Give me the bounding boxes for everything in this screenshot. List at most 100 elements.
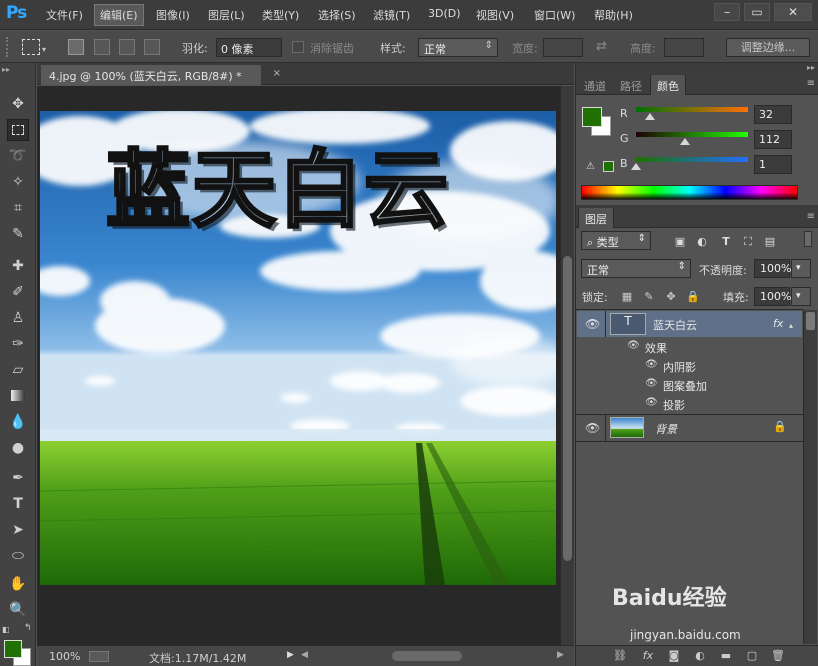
opacity-dropdown-icon[interactable]: ▾ [791, 259, 811, 278]
collapse-arrows-icon[interactable]: ▸▸ [2, 65, 10, 74]
blur-tool-icon[interactable]: 💧 [7, 411, 29, 433]
collapse-dock-icon[interactable]: ▸▸ [807, 63, 815, 72]
default-colors-icon[interactable]: ◧ [2, 625, 10, 634]
style-select[interactable]: 正常 [418, 38, 498, 57]
width-input[interactable] [543, 38, 583, 57]
document-canvas[interactable]: 蓝天白云 蓝天白云 [40, 111, 556, 585]
blend-mode-select[interactable]: 正常 ⇕ [581, 259, 691, 278]
eyedropper-tool-icon[interactable]: ✎ [7, 223, 29, 245]
fill-dropdown-icon[interactable]: ▾ [791, 287, 811, 306]
menu-filter[interactable]: 滤镜(T) [373, 7, 410, 23]
menu-help[interactable]: 帮助(H) [594, 7, 633, 23]
background-layer-name[interactable]: 背景 [655, 421, 677, 437]
effect-visibility-icon[interactable]: 👁 [645, 359, 658, 370]
new-layer-icon[interactable]: ▢ [744, 649, 760, 663]
channel-b-slider[interactable] [636, 157, 748, 162]
menu-window[interactable]: 窗口(W) [534, 7, 575, 23]
channel-g-value[interactable]: 112 [754, 130, 792, 149]
effect-visibility-icon[interactable]: 👁 [645, 397, 658, 408]
rect-marquee-preset-icon[interactable] [22, 39, 40, 55]
tab-layers[interactable]: 图层 [578, 208, 614, 228]
path-selection-tool-icon[interactable]: ➤ [7, 519, 29, 541]
rect-marquee-tool-icon[interactable] [7, 119, 29, 141]
channel-b-value[interactable]: 1 [754, 155, 792, 174]
scroll-right-icon[interactable]: ▶ [557, 650, 564, 660]
close-window-button[interactable]: ✕ [774, 3, 812, 21]
collapse-effects-icon[interactable]: ▴ [789, 321, 793, 330]
filter-shape-icon[interactable]: ⛶ [740, 235, 756, 249]
fill-input[interactable]: 100% [754, 287, 791, 306]
menu-file[interactable]: 文件(F) [46, 7, 83, 23]
clone-stamp-tool-icon[interactable]: ♙ [7, 307, 29, 329]
visibility-eye-icon[interactable]: 👁 [585, 421, 600, 435]
layer-row-text[interactable]: 👁 T 蓝天白云 fx ▴ [577, 311, 802, 337]
lock-position-icon[interactable]: ✥ [664, 290, 678, 304]
web-safe-color-icon[interactable] [603, 161, 614, 172]
menu-view[interactable]: 视图(V) [476, 7, 514, 23]
new-selection-icon[interactable] [68, 39, 84, 55]
tab-color[interactable]: 颜色 [650, 75, 686, 95]
text-layer-name[interactable]: 蓝天白云 [653, 317, 697, 333]
menu-image[interactable]: 图像(I) [156, 7, 190, 23]
move-tool-icon[interactable]: ✥ [7, 93, 29, 115]
tab-channels[interactable]: 通道 [578, 75, 612, 95]
intersect-selection-icon[interactable] [144, 39, 160, 55]
lock-pixels-icon[interactable]: ✎ [642, 290, 656, 304]
effect-row[interactable]: 👁 图案叠加 [577, 376, 802, 395]
filter-smart-object-icon[interactable]: ▤ [762, 235, 778, 249]
foreground-color-swatch[interactable] [4, 640, 22, 658]
eraser-tool-icon[interactable]: ▱ [7, 359, 29, 381]
height-input[interactable] [664, 38, 704, 57]
vertical-scroll-thumb[interactable] [563, 256, 572, 561]
layer-filter-select[interactable]: ⌕ 类型 ⇕ [581, 231, 651, 250]
zoom-level[interactable]: 100% [49, 650, 80, 663]
visibility-eye-icon[interactable]: 👁 [585, 317, 600, 331]
maximize-button[interactable]: ▭ [744, 3, 770, 21]
layers-scroll-thumb[interactable] [806, 312, 815, 330]
layers-panel-menu-icon[interactable]: ≡ [807, 211, 815, 222]
swap-arrows-icon[interactable]: ⇄ [596, 39, 607, 54]
lasso-tool-icon[interactable]: ➰ [7, 145, 29, 167]
swap-colors-icon[interactable]: ↰ [24, 623, 32, 633]
refine-edge-button[interactable]: 调整边缘... [726, 38, 810, 57]
gradient-tool-icon[interactable] [7, 385, 29, 407]
feather-input[interactable]: 0 像素 [216, 38, 282, 57]
type-tool-icon[interactable]: T [7, 493, 29, 515]
channel-r-slider[interactable] [636, 107, 748, 112]
menu-select[interactable]: 选择(S) [318, 7, 356, 23]
new-group-icon[interactable]: ▬ [718, 649, 734, 663]
menu-3d[interactable]: 3D(D) [428, 7, 461, 20]
add-style-fx-icon[interactable]: fx [640, 649, 656, 663]
subtract-selection-icon[interactable] [119, 39, 135, 55]
filter-adjustment-icon[interactable]: ◐ [694, 235, 710, 249]
channel-b-thumb[interactable] [631, 163, 642, 170]
history-brush-tool-icon[interactable]: ✑ [7, 333, 29, 355]
color-panel-foreground-swatch[interactable] [582, 107, 602, 127]
zoom-tool-icon[interactable]: 🔍 [7, 599, 29, 621]
effects-visibility-icon[interactable]: 👁 [627, 340, 640, 351]
tab-paths[interactable]: 路径 [614, 75, 648, 95]
healing-brush-tool-icon[interactable]: ✚ [7, 255, 29, 277]
dodge-tool-icon[interactable]: ● [7, 437, 29, 459]
delete-layer-icon[interactable]: 🗑 [770, 649, 786, 663]
antialias-checkbox[interactable] [292, 41, 304, 53]
gamut-warning-icon[interactable]: ⚠ [586, 161, 595, 172]
opacity-input[interactable]: 100% [754, 259, 791, 278]
ellipse-tool-icon[interactable]: ⬭ [7, 545, 29, 567]
fx-icon[interactable]: fx [773, 317, 783, 330]
channel-r-thumb[interactable] [645, 113, 655, 120]
color-spectrum-bar[interactable] [581, 185, 798, 200]
status-menu-arrow-icon[interactable]: ▶ [287, 650, 294, 660]
scroll-left-icon[interactable]: ◀ [301, 650, 308, 660]
link-layers-icon[interactable]: ⛓ [612, 649, 628, 663]
effect-visibility-icon[interactable]: 👁 [645, 378, 658, 389]
channel-g-slider[interactable] [636, 132, 748, 137]
effects-row[interactable]: 👁 效果 [577, 337, 802, 357]
hand-tool-icon[interactable]: ✋ [7, 573, 29, 595]
channel-r-value[interactable]: 32 [754, 105, 792, 124]
menu-layer[interactable]: 图层(L) [208, 7, 245, 23]
filter-type-icon[interactable]: T [718, 235, 734, 249]
pen-tool-icon[interactable]: ✒ [7, 467, 29, 489]
add-selection-icon[interactable] [94, 39, 110, 55]
document-tab[interactable]: 4.jpg @ 100% (蓝天白云, RGB/8#) * × [41, 65, 281, 85]
